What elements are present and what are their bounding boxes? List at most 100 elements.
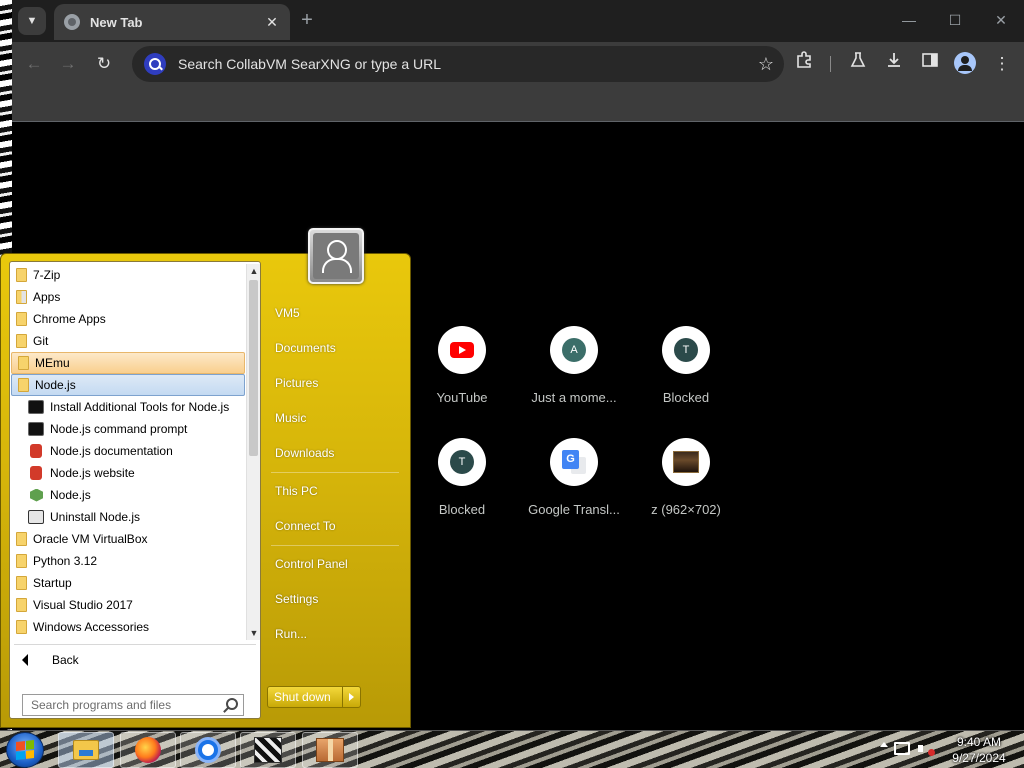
letter-icon: A bbox=[562, 338, 586, 362]
shutdown-button[interactable]: Shut down bbox=[267, 686, 361, 708]
clock[interactable]: 9:40 AM 9/27/2024 bbox=[942, 734, 1016, 766]
back-label: Back bbox=[52, 653, 79, 667]
taskbar-file-explorer[interactable] bbox=[58, 732, 114, 768]
browser-menu-button[interactable]: ⋮ bbox=[988, 50, 1016, 78]
shortcut-icon-circle: T bbox=[662, 326, 710, 374]
user-account-picture[interactable] bbox=[308, 228, 364, 284]
bookmarks-bar bbox=[12, 86, 1024, 122]
folder-icon bbox=[16, 554, 27, 568]
shortcut-label: Blocked bbox=[438, 502, 486, 517]
program-item-nodejs[interactable]: Node.js bbox=[10, 484, 246, 506]
program-item-git[interactable]: Git bbox=[10, 330, 246, 352]
profile-avatar-icon[interactable] bbox=[954, 52, 976, 74]
program-item-7zip[interactable]: 7-Zip bbox=[10, 264, 246, 286]
all-programs-list: 7-Zip Apps Chrome Apps Git MEmu Node.js … bbox=[10, 264, 246, 640]
maximize-button[interactable]: ☐ bbox=[940, 8, 970, 32]
tab-title: New Tab bbox=[90, 14, 143, 30]
folder-icon bbox=[16, 620, 27, 634]
taskbar-package-app[interactable] bbox=[302, 732, 358, 768]
folder-icon bbox=[16, 334, 27, 348]
start-link-downloads[interactable]: Downloads bbox=[267, 438, 407, 468]
start-search-input[interactable]: Search programs and files bbox=[22, 694, 244, 716]
doc-icon bbox=[30, 444, 42, 458]
labs-button[interactable] bbox=[844, 50, 872, 78]
back-button[interactable]: ← bbox=[20, 50, 48, 78]
taskbar: 9:40 AM 9/27/2024 bbox=[0, 730, 1024, 768]
shortcut-tile[interactable]: T Blocked bbox=[406, 438, 518, 538]
folder-icon bbox=[16, 576, 27, 590]
taskbar-firefox[interactable] bbox=[120, 732, 176, 768]
nodejs-icon bbox=[30, 488, 43, 502]
start-link-connect-to[interactable]: Connect To bbox=[267, 511, 407, 541]
tab-search-button[interactable]: ▼ bbox=[18, 7, 46, 35]
program-item-apps[interactable]: Apps bbox=[10, 286, 246, 308]
new-tab-button[interactable]: + bbox=[294, 8, 320, 34]
shortcut-tile[interactable]: A Just a mome... bbox=[518, 326, 630, 426]
program-item-uninstall-node[interactable]: Uninstall Node.js bbox=[10, 506, 246, 528]
program-item-chrome-apps[interactable]: Chrome Apps bbox=[10, 308, 246, 330]
back-button[interactable]: Back bbox=[18, 648, 254, 672]
scrollbar-thumb[interactable] bbox=[249, 280, 258, 456]
uninstall-icon bbox=[28, 510, 44, 524]
scroll-up-icon[interactable]: ▲ bbox=[247, 264, 261, 278]
start-link-documents[interactable]: Documents bbox=[267, 333, 407, 363]
globe-icon bbox=[64, 14, 80, 30]
puzzle-icon bbox=[797, 51, 811, 68]
program-item-virtualbox[interactable]: Oracle VM VirtualBox bbox=[10, 528, 246, 550]
network-icon[interactable] bbox=[894, 742, 910, 755]
program-item-install-tools[interactable]: Install Additional Tools for Node.js bbox=[10, 396, 246, 418]
close-window-button[interactable]: ✕ bbox=[986, 8, 1016, 32]
more-vert-icon: ⋮ bbox=[993, 54, 1011, 73]
tab-new-tab[interactable]: New Tab ✕ bbox=[54, 4, 290, 40]
start-link-settings[interactable]: Settings bbox=[267, 584, 407, 614]
program-item-python[interactable]: Python 3.12 bbox=[10, 550, 246, 572]
search-placeholder: Search programs and files bbox=[31, 698, 172, 712]
program-item-memu[interactable]: MEmu bbox=[11, 352, 245, 374]
close-icon[interactable]: ✕ bbox=[264, 14, 280, 31]
minimize-button[interactable]: — bbox=[894, 8, 924, 32]
shortcut-tile[interactable]: z (962×702) bbox=[630, 438, 742, 538]
youtube-icon bbox=[450, 342, 474, 358]
start-link-run[interactable]: Run... bbox=[267, 619, 407, 649]
program-item-windows-accessories[interactable]: Windows Accessories bbox=[10, 616, 246, 638]
shortcut-label: Google Transl... bbox=[528, 502, 620, 517]
program-item-node-command-prompt[interactable]: Node.js command prompt bbox=[10, 418, 246, 440]
downloads-button[interactable] bbox=[880, 50, 908, 78]
reload-button[interactable]: ↻ bbox=[90, 50, 118, 78]
program-item-node-documentation[interactable]: Node.js documentation bbox=[10, 440, 246, 462]
start-link-music[interactable]: Music bbox=[267, 403, 407, 433]
taskbar-chrome[interactable] bbox=[180, 732, 236, 768]
browser-toolbar: ← → ↻ Search CollabVM SearXNG or type a … bbox=[12, 42, 1024, 86]
package-icon bbox=[316, 738, 344, 762]
program-item-node-website[interactable]: Node.js website bbox=[10, 462, 246, 484]
program-item-visual-studio[interactable]: Visual Studio 2017 bbox=[10, 594, 246, 616]
side-panel-button[interactable] bbox=[916, 50, 944, 78]
file-explorer-icon bbox=[73, 740, 99, 760]
start-link-user[interactable]: VM5 bbox=[267, 298, 407, 328]
shortcut-icon-circle bbox=[438, 326, 486, 374]
programs-scrollbar[interactable]: ▲ ▼ bbox=[246, 264, 260, 640]
shortcut-icon-circle bbox=[662, 438, 710, 486]
forward-button[interactable]: → bbox=[54, 50, 82, 78]
start-link-pictures[interactable]: Pictures bbox=[267, 368, 407, 398]
scroll-down-icon[interactable]: ▼ bbox=[247, 626, 261, 640]
taskbar-vm-app[interactable] bbox=[240, 732, 296, 768]
program-item-nodejs-folder[interactable]: Node.js bbox=[11, 374, 245, 396]
shortcut-tile[interactable]: T Blocked bbox=[630, 326, 742, 426]
firefox-icon bbox=[135, 737, 161, 763]
program-item-startup[interactable]: Startup bbox=[10, 572, 246, 594]
start-link-this-pc[interactable]: This PC bbox=[267, 476, 407, 506]
shortcut-tile[interactable]: G Google Transl... bbox=[518, 438, 630, 538]
bookmark-star-icon[interactable]: ☆ bbox=[758, 54, 774, 75]
show-hidden-icons-icon[interactable] bbox=[880, 742, 888, 747]
checkered-app-icon bbox=[254, 737, 282, 763]
shutdown-options-button[interactable] bbox=[342, 687, 360, 707]
start-button[interactable] bbox=[6, 732, 44, 768]
extensions-button[interactable] bbox=[790, 50, 818, 78]
volume-muted-icon[interactable] bbox=[918, 741, 935, 757]
reload-icon: ↻ bbox=[96, 54, 112, 73]
address-bar[interactable]: Search CollabVM SearXNG or type a URL ☆ bbox=[132, 46, 784, 82]
start-link-control-panel[interactable]: Control Panel bbox=[267, 549, 407, 579]
doc-icon bbox=[30, 466, 42, 480]
shortcut-tile[interactable]: YouTube bbox=[406, 326, 518, 426]
